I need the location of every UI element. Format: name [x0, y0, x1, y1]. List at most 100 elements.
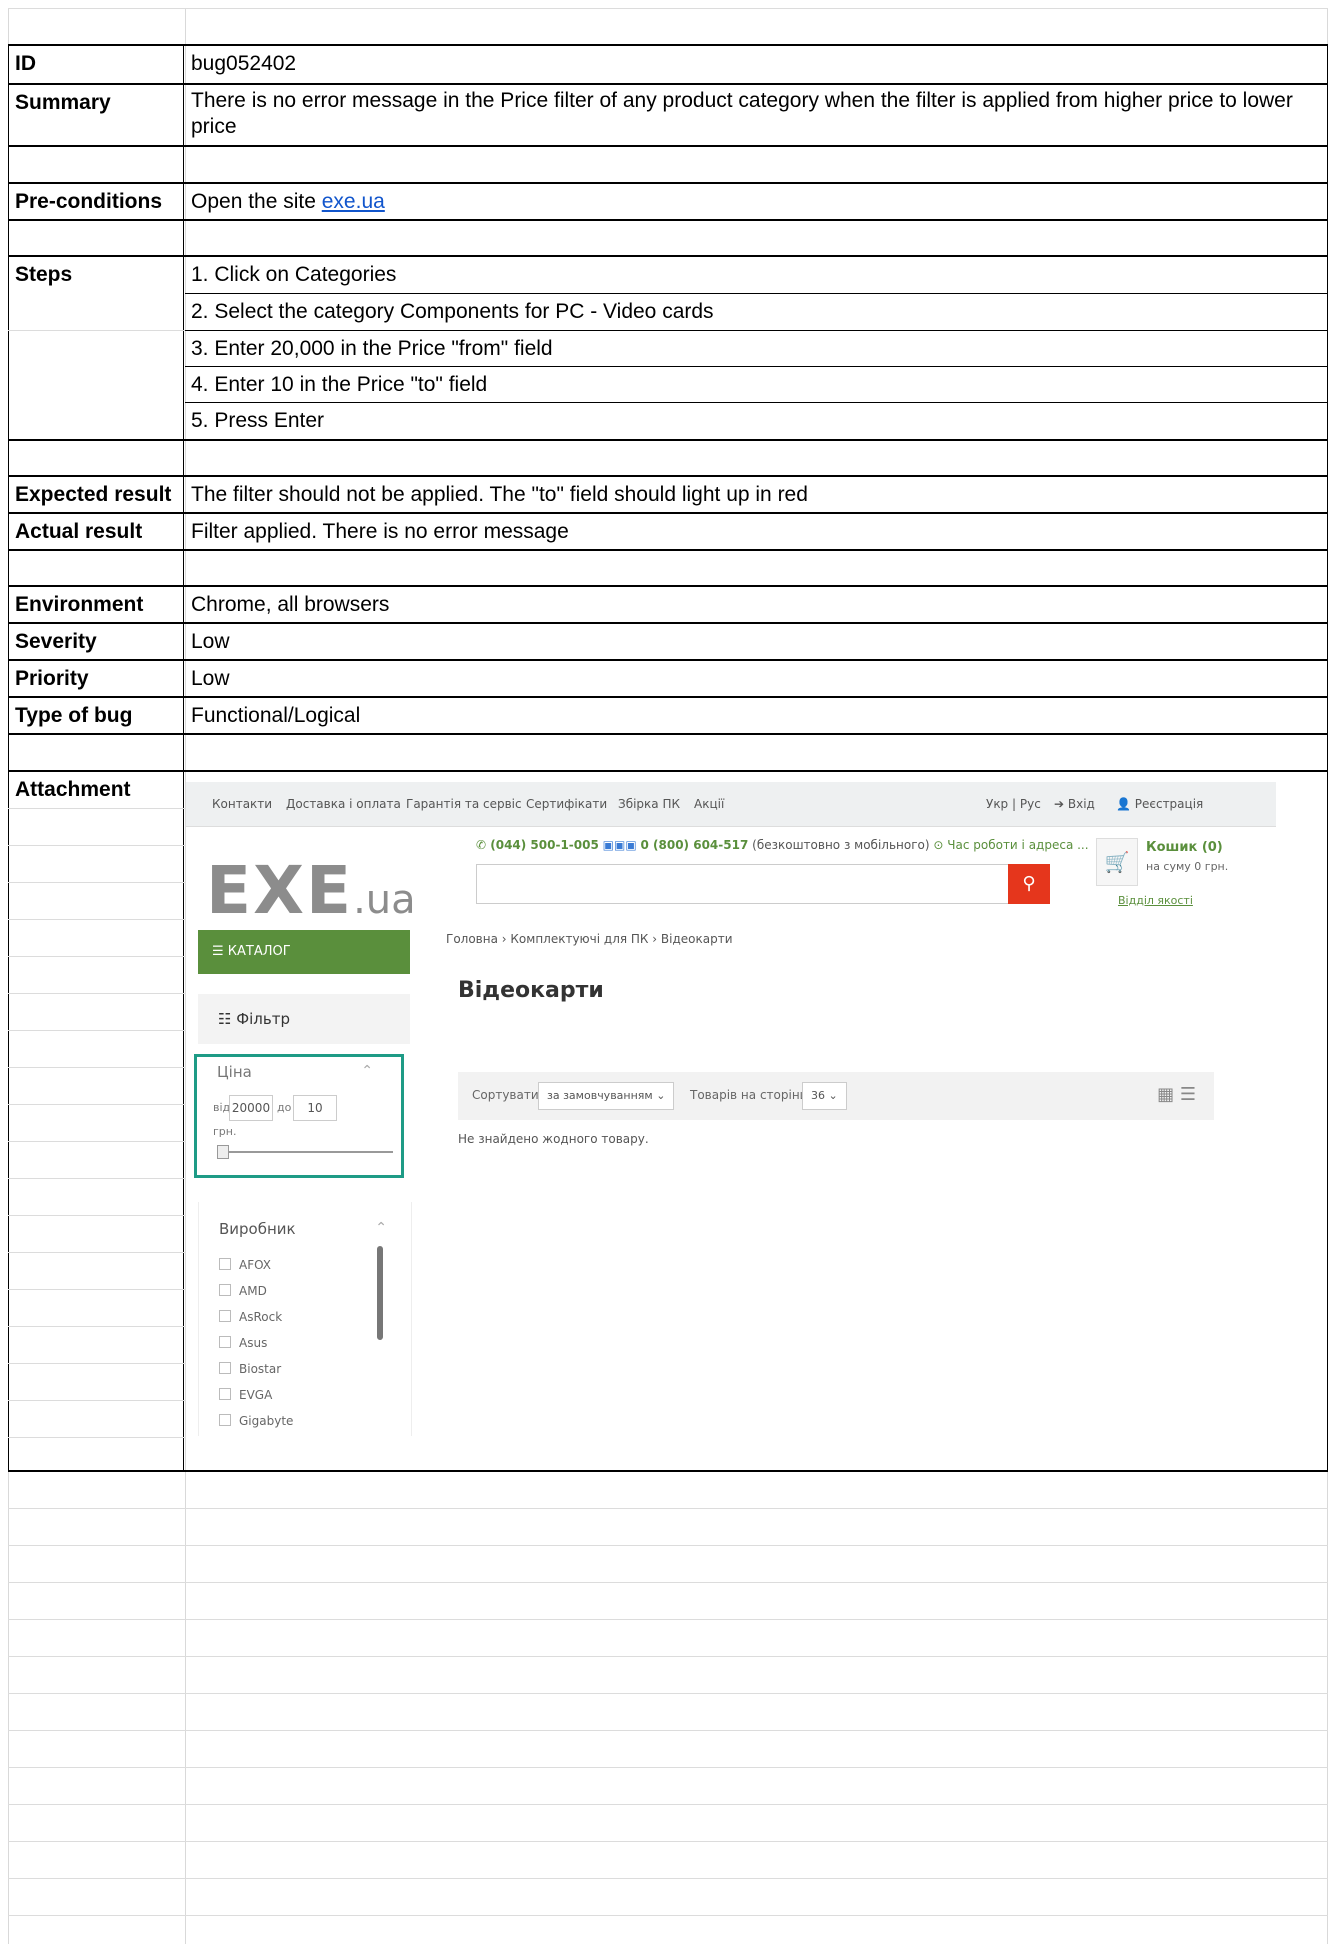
brand-name: Asus — [239, 1336, 268, 1350]
sort-select[interactable]: за замовчуванням ⌄ — [538, 1082, 675, 1110]
brand-option[interactable]: EVGA — [219, 1388, 272, 1402]
search-input[interactable] — [476, 864, 1050, 904]
empty-cell — [8, 221, 184, 255]
brand-option[interactable]: Asus — [219, 1336, 267, 1350]
price-slider-track — [219, 1151, 393, 1153]
phone-1[interactable]: (044) 500-1-005 — [490, 838, 599, 852]
price-filter: Ціна ⌃ від 20000 до 10 грн. — [194, 1054, 404, 1178]
contact-phones: ✆ (044) 500-1-005 ▣▣▣ 0 (800) 604-517 (б… — [476, 838, 1089, 852]
row-priority: Priority Low — [8, 661, 1328, 697]
step-row: 4. Enter 10 in the Price "to" field — [8, 367, 1328, 403]
catalog-button[interactable]: ☰ КАТАЛОГ — [198, 930, 410, 974]
price-from-label: від — [213, 1101, 231, 1114]
nav-promotions[interactable]: Акції — [694, 797, 724, 811]
value-summary[interactable]: There is no error message in the Price f… — [185, 85, 1328, 146]
nav-certificates[interactable]: Сертифікати — [526, 797, 607, 811]
brand-option[interactable]: AMD — [219, 1284, 267, 1298]
price-to-input[interactable]: 10 — [293, 1095, 337, 1121]
checkbox[interactable] — [219, 1284, 231, 1296]
breadcrumb-current: Відеокарти — [660, 932, 733, 946]
grid-view-icon[interactable]: ▦ — [1157, 1084, 1174, 1105]
brand-scrollbar[interactable] — [377, 1246, 383, 1340]
grid-row-line — [8, 1582, 1328, 1583]
nav-warranty[interactable]: Гарантія та сервіс — [406, 797, 522, 811]
cart-title[interactable]: Кошик (0) — [1146, 840, 1223, 855]
step-row: 3. Enter 20,000 in the Price "from" fiel… — [8, 331, 1328, 367]
per-page-select[interactable]: 36 ⌄ — [802, 1082, 847, 1110]
sort-value: за замовчуванням — [547, 1089, 653, 1102]
nav-contacts[interactable]: Контакти — [212, 797, 272, 811]
language-switch[interactable]: Укр | Рус — [986, 797, 1041, 811]
row-empty — [8, 551, 1328, 585]
site-link[interactable]: exe.ua — [322, 190, 385, 213]
grid-row-line — [8, 808, 185, 809]
grid-row-line — [8, 882, 185, 883]
sort-toolbar: Сортувати: за замовчуванням ⌄ Товарів на… — [458, 1072, 1214, 1120]
quality-dept-link[interactable]: Відділ якості — [1118, 894, 1193, 907]
label-attachment: Attachment — [8, 772, 184, 1470]
grid-row-line — [8, 845, 185, 846]
brand-filter: Виробник ⌃ AFOX AMD AsRock Asus Biostar … — [198, 1202, 412, 1436]
sort-label: Сортувати: — [472, 1088, 543, 1102]
step-3[interactable]: 3. Enter 20,000 in the Price "from" fiel… — [185, 331, 1328, 367]
site-topbar: Контакти Доставка і оплата Гарантія та с… — [186, 782, 1276, 827]
grid-row-line — [8, 1841, 1328, 1842]
brand-option[interactable]: AsRock — [219, 1310, 282, 1324]
step-5[interactable]: 5. Press Enter — [185, 403, 1328, 439]
hours-link[interactable]: Час роботи і адреса ... — [947, 838, 1088, 852]
price-from-input[interactable]: 20000 — [229, 1095, 273, 1121]
cart-icon[interactable]: 🛒 — [1096, 838, 1138, 886]
value-expected[interactable]: The filter should not be applied. The "t… — [185, 477, 1328, 513]
label-priority: Priority — [8, 661, 184, 697]
brand-option[interactable]: AFOX — [219, 1258, 271, 1272]
step-4[interactable]: 4. Enter 10 in the Price "to" field — [185, 367, 1328, 403]
phone-2[interactable]: 0 (800) 604-517 — [641, 838, 749, 852]
checkbox[interactable] — [219, 1388, 231, 1400]
value-priority[interactable]: Low — [185, 661, 1328, 697]
chevron-up-icon[interactable]: ⌃ — [361, 1063, 373, 1079]
menu-icon: ☰ — [212, 944, 228, 959]
step-1[interactable]: 1. Click on Categories — [185, 257, 1328, 293]
step-2[interactable]: 2. Select the category Components for PC… — [185, 294, 1328, 330]
login-link[interactable]: ➔ Вхід — [1054, 797, 1095, 811]
checkbox[interactable] — [219, 1414, 231, 1426]
per-page-value: 36 — [811, 1089, 825, 1102]
register-link[interactable]: 👤 Реєстрація — [1116, 797, 1203, 811]
nav-pc-build[interactable]: Збірка ПК — [618, 797, 680, 811]
chevron-up-icon[interactable]: ⌃ — [375, 1220, 387, 1236]
grid-row-line — [8, 1252, 185, 1253]
price-slider-handle[interactable] — [217, 1145, 229, 1159]
checkbox[interactable] — [219, 1336, 231, 1348]
value-environment[interactable]: Chrome, all browsers — [185, 587, 1328, 623]
value-id[interactable]: bug052402 — [185, 46, 1328, 83]
brand-label: Виробник — [219, 1220, 296, 1238]
checkbox[interactable] — [219, 1362, 231, 1374]
row-preconditions: Pre-conditions Open the site exe.ua — [8, 184, 1328, 221]
value-preconditions[interactable]: Open the site exe.ua — [185, 184, 1328, 221]
value-actual[interactable]: Filter applied. There is no error messag… — [185, 514, 1328, 550]
brand-option[interactable]: Gigabyte — [219, 1414, 293, 1428]
nav-delivery[interactable]: Доставка і оплата — [286, 797, 401, 811]
site-logo[interactable]: EXE.ua — [206, 852, 416, 929]
breadcrumb-components[interactable]: Комплектуючі для ПК — [510, 932, 648, 946]
grid-row-line — [8, 993, 185, 994]
phone-note: (безкоштовно з мобільного) — [752, 838, 930, 852]
checkbox[interactable] — [219, 1258, 231, 1270]
table-border — [8, 1470, 1328, 1472]
search-button[interactable]: ⚲ — [1008, 864, 1050, 904]
brand-option[interactable]: Biostar — [219, 1362, 281, 1376]
filter-header[interactable]: ☷ Фільтр — [198, 994, 410, 1044]
view-toggle: ▦ ☰ — [1157, 1084, 1196, 1105]
grid-row-line — [8, 1730, 1328, 1731]
grid-row-line — [8, 1693, 1328, 1694]
grid-row-line — [8, 330, 185, 331]
value-type[interactable]: Functional/Logical — [185, 698, 1328, 734]
row-id: ID bug052402 — [8, 46, 1328, 83]
breadcrumb-home[interactable]: Головна — [446, 932, 498, 946]
row-type: Type of bug Functional/Logical — [8, 698, 1328, 734]
list-view-icon[interactable]: ☰ — [1180, 1084, 1196, 1105]
checkbox[interactable] — [219, 1310, 231, 1322]
user-add-icon: 👤 — [1116, 797, 1135, 811]
page-title: Відеокарти — [458, 978, 604, 1003]
value-severity[interactable]: Low — [185, 624, 1328, 660]
